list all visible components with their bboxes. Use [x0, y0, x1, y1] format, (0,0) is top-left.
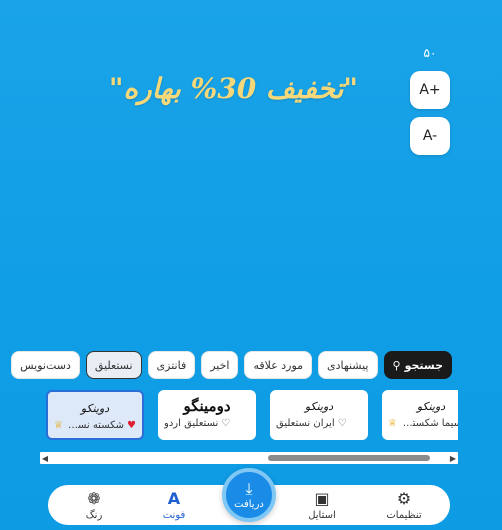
font-name: ایران نستعلیق [276, 418, 335, 429]
font-preview: دوینکو [304, 399, 334, 413]
nav-font-label: فونت [162, 510, 186, 521]
tab-favorites[interactable]: مورد علاقه [244, 351, 313, 379]
scroll-right-icon[interactable]: ▶ [448, 452, 458, 464]
search-label: جستجو [404, 358, 443, 372]
crown-icon: ♕ [388, 418, 397, 429]
font-icon: A [167, 489, 181, 508]
nav-style[interactable]: ▣ استایل [292, 489, 352, 523]
download-label: دریافت [234, 498, 264, 510]
tab-fantasy[interactable]: فانتزی [147, 351, 196, 379]
download-button[interactable]: ⤓ دریافت [222, 468, 276, 522]
crown-icon: ♕ [54, 420, 63, 431]
font-card[interactable]: دوینکو ♡ ایران نستعلیق [270, 390, 368, 440]
font-card[interactable]: دوینکو ♡ سیما شکسته ... ♕ [382, 390, 458, 440]
font-name: سیما شکسته ... [400, 418, 458, 429]
font-preview: دوینکو [80, 401, 110, 415]
heart-filled-icon[interactable]: ♥ [127, 420, 136, 431]
tab-recent[interactable]: اخیر [201, 351, 239, 379]
nav-color-label: رنگ [85, 510, 103, 521]
increase-size-button[interactable]: A+ [410, 71, 450, 109]
font-list: دوینکو ♥ شکسته نستع... ♕ دومینگو ♡ نستعل… [40, 390, 458, 442]
heart-outline-icon[interactable]: ♡ [221, 418, 230, 429]
tab-suggested[interactable]: پیشنهادی [318, 351, 378, 379]
search-button[interactable]: ⚲ جستجو [383, 351, 452, 379]
font-name: شکسته نستع... [65, 420, 125, 431]
nav-style-label: استایل [308, 510, 336, 521]
font-card[interactable]: دومینگو ♡ نستعلیق اردو [158, 390, 256, 440]
canvas-text[interactable]: "تخفیف 30% بهاره" [109, 72, 358, 132]
category-tabs: ⚲ جستجو پیشنهادی مورد علاقه اخیر فانتزی … [11, 350, 452, 380]
style-icon: ▣ [314, 489, 330, 508]
gear-icon: ⚙ [396, 489, 412, 508]
font-preview: دومینگو [183, 397, 231, 415]
heart-outline-icon[interactable]: ♡ [338, 418, 347, 429]
font-card[interactable]: دوینکو ♥ شکسته نستع... ♕ [46, 390, 144, 440]
search-icon: ⚲ [392, 358, 401, 372]
horizontal-scrollbar[interactable]: ◀ ▶ [40, 452, 458, 464]
nav-settings-label: تنظیمات [386, 510, 422, 521]
tab-handwriting[interactable]: دست‌نویس [11, 351, 80, 379]
download-icon: ⤓ [245, 478, 253, 498]
tab-nastaliq[interactable]: نستعلیق [85, 351, 142, 379]
nav-font[interactable]: A فونت [144, 489, 204, 523]
nav-settings[interactable]: ⚙ تنظیمات [374, 489, 434, 523]
scroll-left-icon[interactable]: ◀ [40, 452, 50, 464]
decrease-size-button[interactable]: A- [410, 117, 450, 155]
scroll-thumb[interactable] [268, 455, 430, 461]
font-name: نستعلیق اردو [164, 418, 219, 429]
font-preview: دوینکو [416, 399, 446, 413]
color-palette-icon: ❁ [87, 489, 101, 508]
font-size-readout: ۵۰ [423, 46, 437, 60]
nav-color[interactable]: ❁ رنگ [64, 489, 124, 523]
